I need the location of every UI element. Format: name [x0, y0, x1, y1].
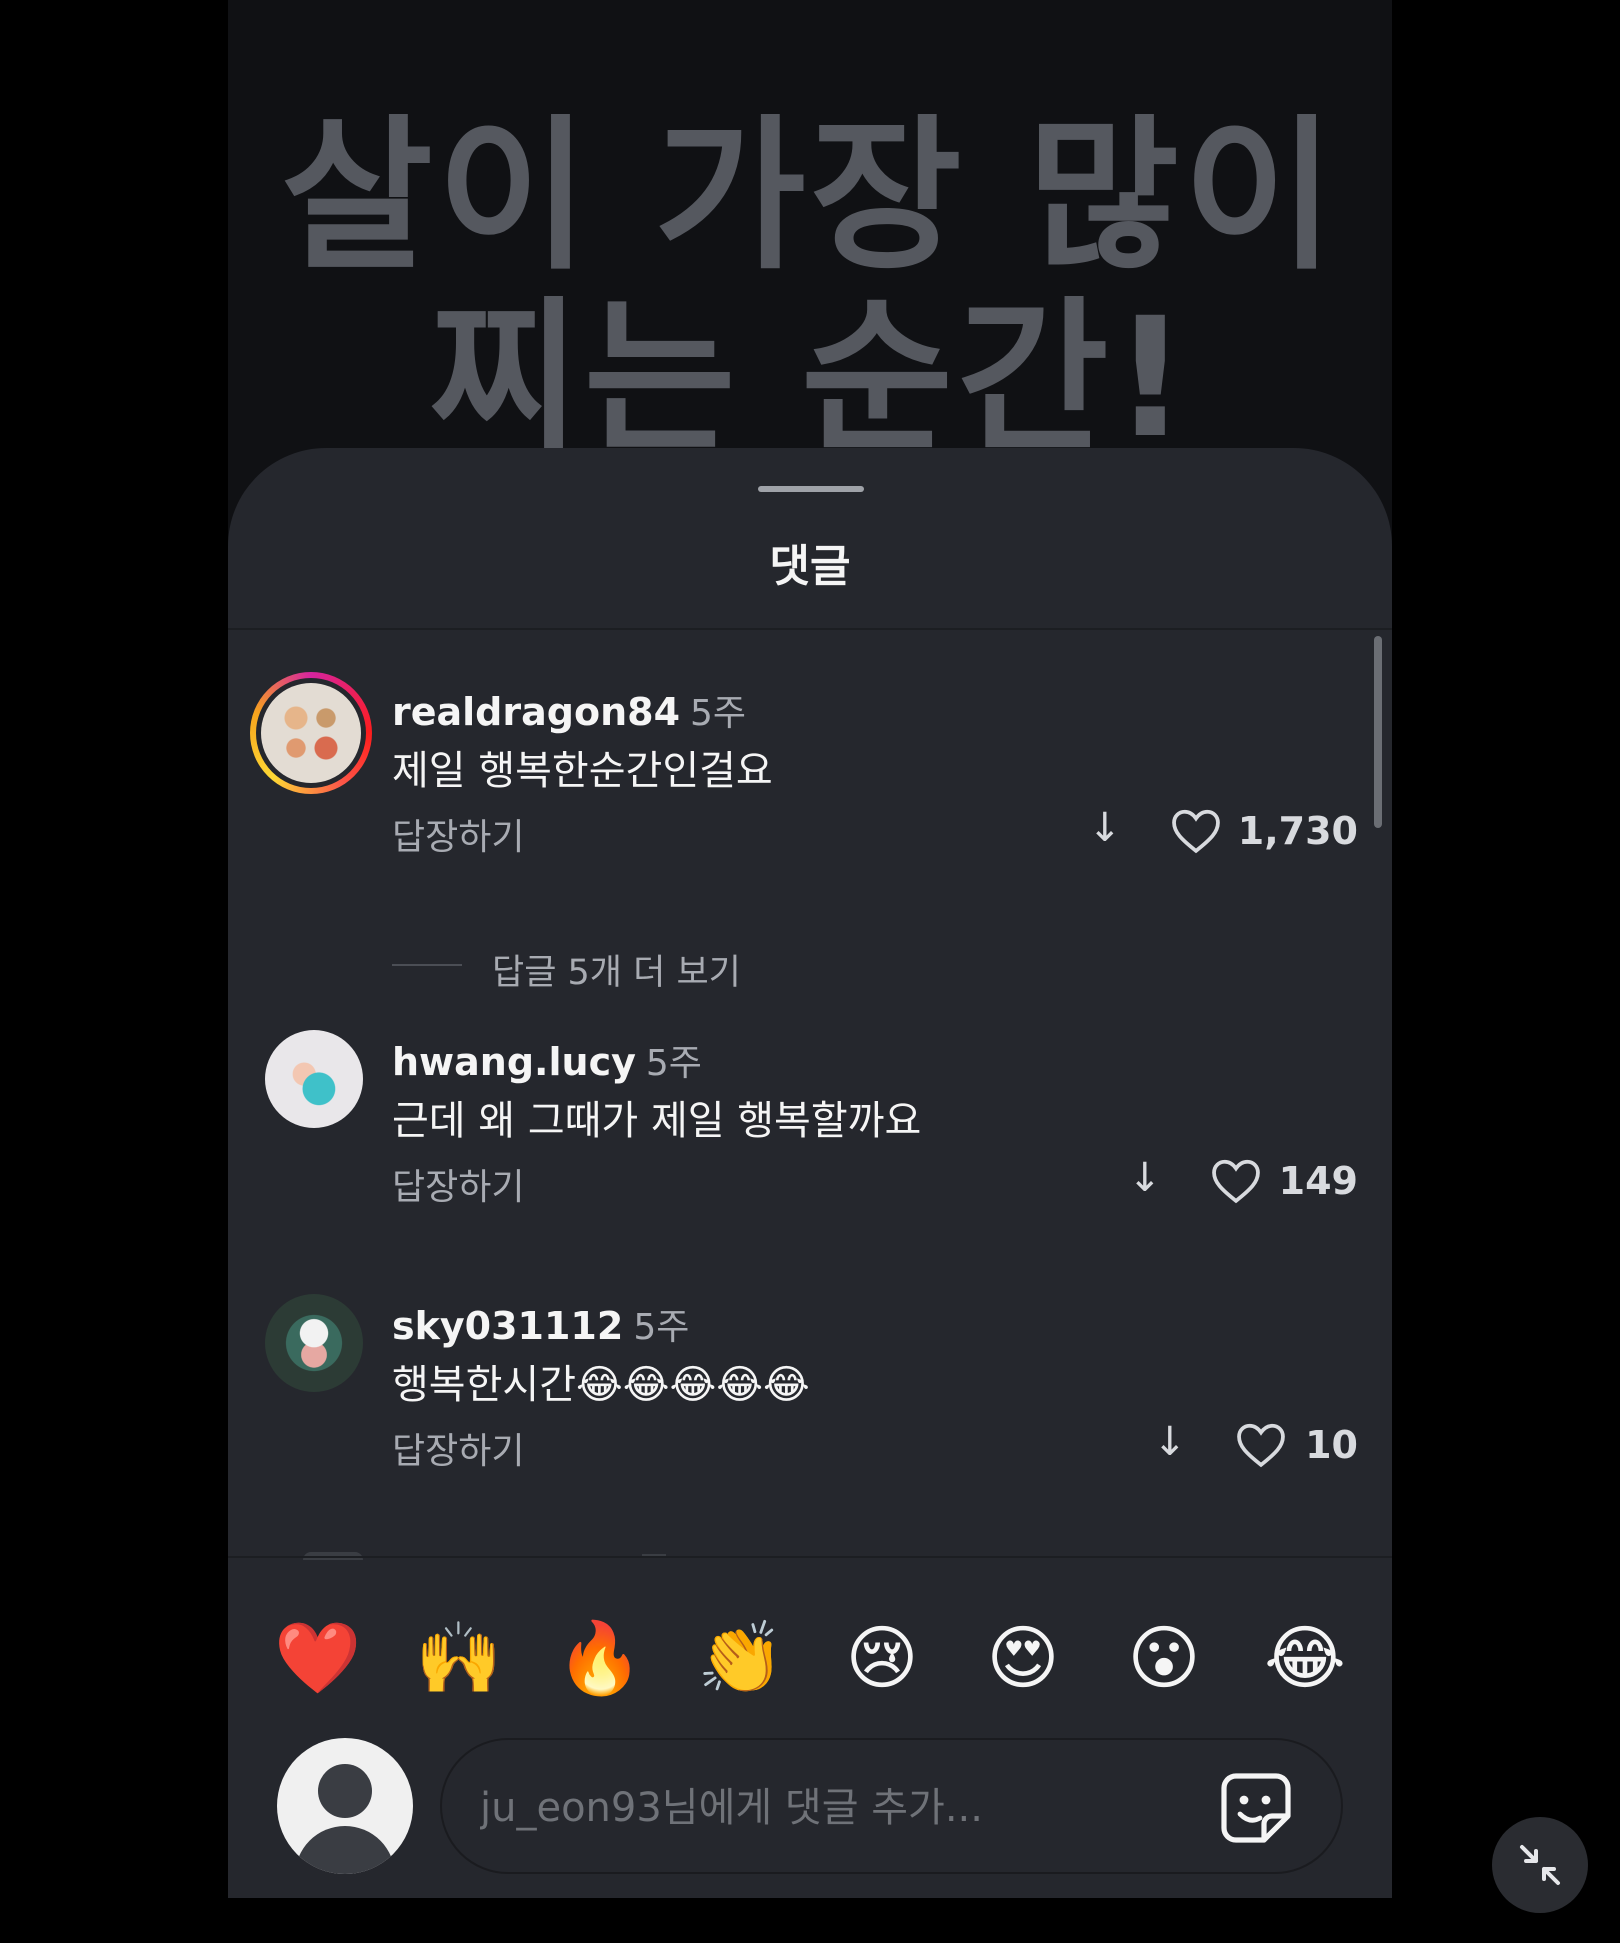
heart-icon[interactable] [1235, 1422, 1287, 1468]
comment-text: 행복한시간😂😂😂😂😂 [392, 1362, 810, 1408]
view-more-replies-button[interactable]: 답글 5개 더 보기 [492, 944, 741, 995]
avatar[interactable] [265, 1294, 363, 1392]
sticker-icon[interactable] [1216, 1768, 1296, 1848]
comment-text: 근데 왜 그때가 제일 행복할까요 [392, 1098, 922, 1144]
comment-username[interactable]: sky031112 [392, 1304, 623, 1348]
comment-time: 5주 [690, 693, 747, 734]
comment-input-box[interactable] [440, 1738, 1343, 1874]
comment-username[interactable]: realdragon84 [392, 690, 680, 734]
comment-composer [228, 1738, 1392, 1898]
like-count: 1,730 [1237, 809, 1358, 853]
emoji-laughing-button[interactable]: 😂 [1245, 1603, 1365, 1713]
sheet-title: 댓글 [769, 541, 851, 592]
reply-button[interactable]: 답장하기 [392, 808, 524, 860]
heart-icon[interactable] [1170, 808, 1222, 854]
post-title-line2: 찌는 순간! [428, 282, 1192, 474]
post-title: 살이 가장 많이 찌는 순간! [228, 105, 1392, 469]
comment-username[interactable]: hwang.lucy [392, 1040, 636, 1084]
arrow-down-icon[interactable]: ↓ [1153, 1419, 1187, 1465]
like-count: 149 [1278, 1159, 1358, 1203]
emoji-heart-button[interactable]: ❤️ [258, 1603, 378, 1713]
comment-time: 5주 [633, 1307, 690, 1348]
comments-sheet: 댓글 realdragon84 5주 제일 행복한순간인걸요 답장하기 ↓ 1,7… [228, 448, 1392, 1898]
sheet-drag-handle[interactable] [758, 486, 864, 492]
arrow-down-icon[interactable]: ↓ [1088, 805, 1122, 851]
comment-time: 5주 [645, 1043, 702, 1084]
arrow-down-icon[interactable]: ↓ [1128, 1155, 1162, 1201]
divider [392, 964, 462, 966]
minimize-button[interactable] [1492, 1817, 1588, 1913]
avatar [277, 1738, 413, 1874]
emoji-surprised-button[interactable]: 😮 [1104, 1603, 1224, 1713]
emoji-crying-button[interactable]: 😢 [822, 1603, 942, 1713]
emoji-reaction-bar: ❤️ 🙌 🔥 👏 😢 😍 😮 😂 [228, 1603, 1392, 1713]
comment-meta: sky031112 5주 [392, 1298, 689, 1350]
comment-text: 제일 행복한순간인걸요 [392, 748, 773, 794]
reply-button[interactable]: 답장하기 [392, 1422, 524, 1474]
avatar[interactable] [265, 1030, 363, 1128]
emoji-raised-hands-button[interactable]: 🙌 [399, 1603, 519, 1713]
comment-meta: realdragon84 5주 [392, 684, 746, 736]
post-title-line1: 살이 가장 많이 [281, 100, 1339, 292]
like-count: 10 [1305, 1423, 1358, 1467]
reply-button[interactable]: 답장하기 [392, 1158, 524, 1210]
post-background: 살이 가장 많이 찌는 순간! [228, 0, 1392, 500]
emoji-fire-button[interactable]: 🔥 [540, 1603, 660, 1713]
phone-screen: 살이 가장 많이 찌는 순간! 댓글 realdragon84 5주 제일 행복한… [228, 0, 1392, 1898]
comment-meta: hwang.lucy 5주 [392, 1034, 702, 1086]
scrollbar[interactable] [1374, 636, 1382, 828]
divider [228, 628, 1392, 630]
heart-icon[interactable] [1210, 1158, 1262, 1204]
emoji-clap-button[interactable]: 👏 [681, 1603, 801, 1713]
comment-input[interactable] [480, 1780, 1180, 1836]
avatar[interactable] [250, 672, 372, 794]
minimize-icon [1520, 1845, 1560, 1885]
emoji-heart-eyes-button[interactable]: 😍 [963, 1603, 1083, 1713]
divider [228, 1556, 1392, 1558]
